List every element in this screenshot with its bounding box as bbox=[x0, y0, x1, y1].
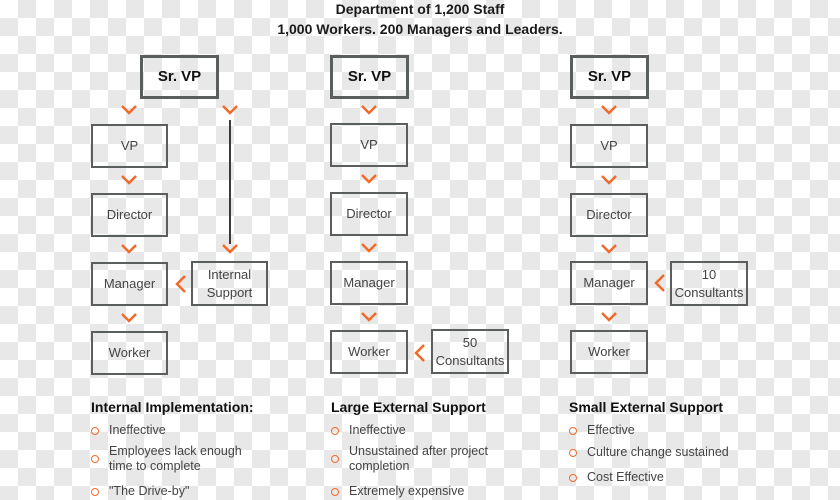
vp-box: VP bbox=[330, 123, 408, 167]
chevron-down-icon bbox=[222, 244, 238, 254]
list-item: Culture change sustained bbox=[569, 445, 769, 460]
chevron-down-icon bbox=[601, 105, 617, 115]
chevron-down-icon bbox=[601, 244, 617, 254]
internal-support-box: Internal Support bbox=[191, 261, 268, 306]
chevron-left-icon bbox=[414, 344, 425, 362]
list-item: Employees lack enough time to complete bbox=[91, 444, 261, 474]
list-item: Cost Effective bbox=[569, 470, 769, 485]
bullet-icon bbox=[569, 473, 577, 482]
column-heading: Internal Implementation: bbox=[91, 399, 254, 415]
bullet-icon bbox=[91, 455, 99, 463]
worker-box: Worker bbox=[330, 330, 408, 374]
sr-vp-box: Sr. VP bbox=[140, 55, 219, 99]
support-label-line1: 10 bbox=[701, 266, 717, 282]
list-item: Effective bbox=[569, 423, 769, 438]
director-box: Director bbox=[570, 193, 648, 237]
vp-box: VP bbox=[91, 124, 168, 168]
consultants-box: 50 Consultants bbox=[431, 329, 509, 374]
support-label-line1: Internal bbox=[207, 266, 252, 282]
support-label-line1: 50 bbox=[462, 334, 478, 350]
bullet-icon bbox=[331, 455, 339, 463]
chevron-left-icon bbox=[175, 275, 186, 293]
bullet-list: Ineffective Unsustained after project co… bbox=[331, 423, 511, 499]
consultants-box: 10 Consultants bbox=[670, 261, 748, 306]
list-item: "The Drive-by" bbox=[91, 484, 261, 499]
chevron-down-icon bbox=[601, 312, 617, 322]
list-item: Ineffective bbox=[331, 423, 511, 438]
chevron-down-icon bbox=[121, 175, 137, 185]
chevron-down-icon bbox=[361, 105, 377, 115]
bullet-icon bbox=[91, 487, 99, 496]
sr-vp-box: Sr. VP bbox=[570, 55, 649, 99]
chevron-down-icon bbox=[361, 174, 377, 184]
chevron-down-icon bbox=[121, 244, 137, 254]
worker-box: Worker bbox=[91, 331, 168, 375]
director-box: Director bbox=[91, 193, 168, 237]
chevron-down-icon bbox=[361, 243, 377, 253]
support-label-line2: Support bbox=[206, 284, 253, 300]
support-label-line2: Consultants bbox=[674, 284, 744, 300]
chevron-down-icon bbox=[121, 105, 137, 115]
chevron-down-icon bbox=[222, 105, 238, 115]
bullet-icon bbox=[331, 426, 339, 435]
bullet-list: Ineffective Employees lack enough time t… bbox=[91, 423, 261, 499]
support-label-line2: Consultants bbox=[435, 352, 505, 368]
sr-vp-box: Sr. VP bbox=[330, 55, 409, 99]
manager-box: Manager bbox=[330, 261, 408, 305]
chevron-left-icon bbox=[654, 274, 665, 292]
director-box: Director bbox=[330, 192, 408, 236]
chevron-down-icon bbox=[601, 175, 617, 185]
connector-line bbox=[229, 120, 231, 244]
list-item: Ineffective bbox=[91, 423, 261, 438]
bullet-icon bbox=[569, 426, 577, 435]
worker-box: Worker bbox=[570, 330, 648, 374]
list-item: Extremely expensive bbox=[331, 484, 511, 499]
vp-box: VP bbox=[570, 124, 648, 168]
manager-box: Manager bbox=[570, 261, 648, 305]
bullet-list: Effective Culture change sustained Cost … bbox=[569, 423, 769, 485]
column-heading: Large External Support bbox=[331, 399, 486, 415]
chevron-down-icon bbox=[361, 312, 377, 322]
manager-box: Manager bbox=[91, 262, 168, 306]
diagram-title: Department of 1,200 Staff bbox=[335, 1, 505, 17]
bullet-icon bbox=[569, 448, 577, 457]
column-heading: Small External Support bbox=[569, 399, 724, 415]
diagram-subtitle: 1,000 Workers. 200 Managers and Leaders. bbox=[277, 21, 563, 37]
bullet-icon bbox=[331, 487, 339, 496]
chevron-down-icon bbox=[121, 313, 137, 323]
bullet-icon bbox=[91, 426, 99, 435]
list-item: Unsustained after project completion bbox=[331, 444, 511, 474]
